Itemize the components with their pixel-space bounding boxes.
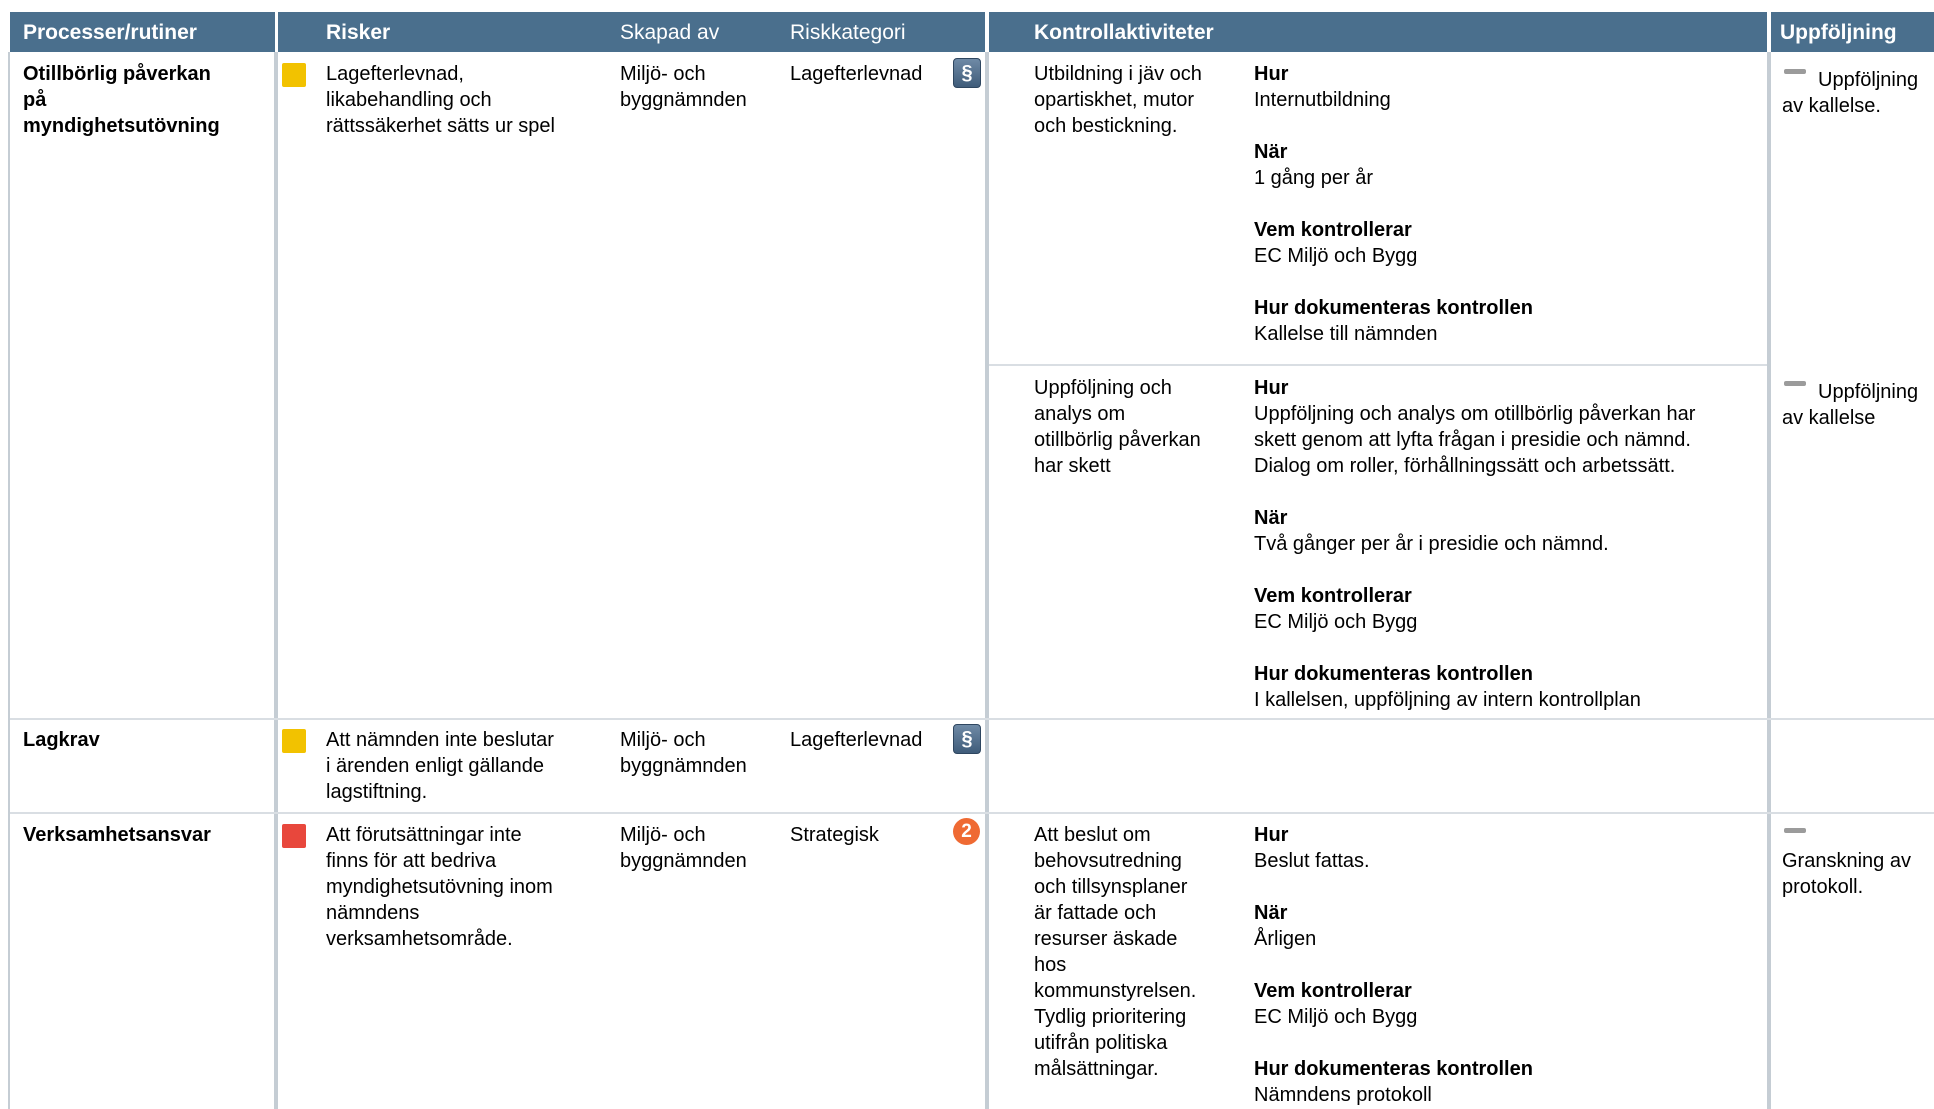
header-controls: Kontrollaktiviteter [1034, 21, 1214, 44]
paragraph-icon: § [953, 58, 981, 88]
risk-description: Lagefterlevnad, likabehandling och rätts… [326, 63, 555, 137]
risk-description: Att förutsättningar inte finns för att b… [326, 824, 553, 950]
risk-level-red-indicator [282, 824, 306, 848]
process-name: Otillbörlig påverkan på myndighetsutövni… [23, 63, 220, 137]
table-header-risks: Risker Skapad av Riskkategori [278, 12, 985, 52]
header-category: Riskkategori [790, 21, 906, 44]
doc-label: Hur dokumenteras kontrollen [1254, 663, 1533, 685]
how-value: Internutbildning [1254, 89, 1391, 111]
doc-value: Kallelse till nämnden [1254, 323, 1438, 345]
how-label: Hur [1254, 824, 1289, 846]
doc-label: Hur dokumenteras kontrollen [1254, 1058, 1533, 1080]
who-label: Vem kontrollerar [1254, 980, 1412, 1002]
table-header-followup: Uppföljning [1771, 12, 1934, 52]
table-header: Processer/rutiner [10, 12, 275, 52]
doc-value: Nämndens protokoll [1254, 1084, 1432, 1106]
who-label: Vem kontrollerar [1254, 219, 1412, 241]
who-value: EC Miljö och Bygg [1254, 611, 1418, 633]
row-divider [10, 812, 1934, 814]
paragraph-icon: § [953, 724, 981, 754]
when-label: När [1254, 141, 1288, 163]
header-process: Processer/rutiner [23, 21, 197, 44]
row-divider [989, 364, 1767, 366]
who-value: EC Miljö och Bygg [1254, 1006, 1418, 1028]
doc-label: Hur dokumenteras kontrollen [1254, 297, 1533, 319]
strategic-two-icon: 2 [953, 818, 980, 845]
followup-text: Uppföljning av kallelse. [1782, 69, 1919, 117]
column-divider [274, 52, 278, 1109]
created-by: Miljö- och byggnämnden [620, 63, 747, 111]
how-value: Uppföljning och analys om otillbörlig på… [1254, 403, 1696, 477]
how-label: Hur [1254, 63, 1289, 85]
created-by: Miljö- och byggnämnden [620, 824, 747, 872]
risk-category: Strategisk [790, 824, 879, 846]
when-value: Årligen [1254, 928, 1317, 950]
control-name: Uppföljning och analys om otillbörlig på… [1034, 377, 1201, 477]
header-risks: Risker [326, 21, 391, 44]
doc-value: I kallelsen, uppföljning av intern kontr… [1254, 689, 1641, 711]
when-label: När [1254, 507, 1288, 529]
table-header-controls: Kontrollaktiviteter [989, 12, 1767, 52]
column-divider [8, 52, 10, 1109]
header-followup: Uppföljning [1780, 21, 1897, 44]
risk-category: Lagefterlevnad [790, 63, 923, 85]
risk-level-yellow-indicator [282, 729, 306, 753]
row-divider [10, 718, 1934, 720]
column-divider [1767, 52, 1771, 1109]
followup-text: Granskning av protokoll. [1782, 850, 1911, 898]
process-name: Lagkrav [23, 729, 100, 751]
who-label: Vem kontrollerar [1254, 585, 1412, 607]
who-value: EC Miljö och Bygg [1254, 245, 1418, 267]
control-name: Att beslut om behovsutredning och tillsy… [1034, 824, 1197, 1080]
followup-text: Uppföljning av kallelse [1782, 381, 1919, 429]
risk-level-yellow-indicator [282, 63, 306, 87]
how-label: Hur [1254, 377, 1289, 399]
control-name: Utbildning i jäv och opartiskhet, mutor … [1034, 63, 1202, 137]
created-by: Miljö- och byggnämnden [620, 729, 747, 777]
process-name: Verksamhetsansvar [23, 824, 211, 846]
risk-category: Lagefterlevnad [790, 729, 923, 751]
how-value: Beslut fattas. [1254, 850, 1370, 872]
column-divider [985, 52, 989, 1109]
risk-description: Att nämnden inte beslutar i ärenden enli… [326, 729, 554, 803]
when-value: 1 gång per år [1254, 167, 1373, 189]
when-label: När [1254, 902, 1288, 924]
header-created-by: Skapad av [620, 21, 720, 44]
when-value: Två gånger per år i presidie och nämnd. [1254, 533, 1609, 555]
